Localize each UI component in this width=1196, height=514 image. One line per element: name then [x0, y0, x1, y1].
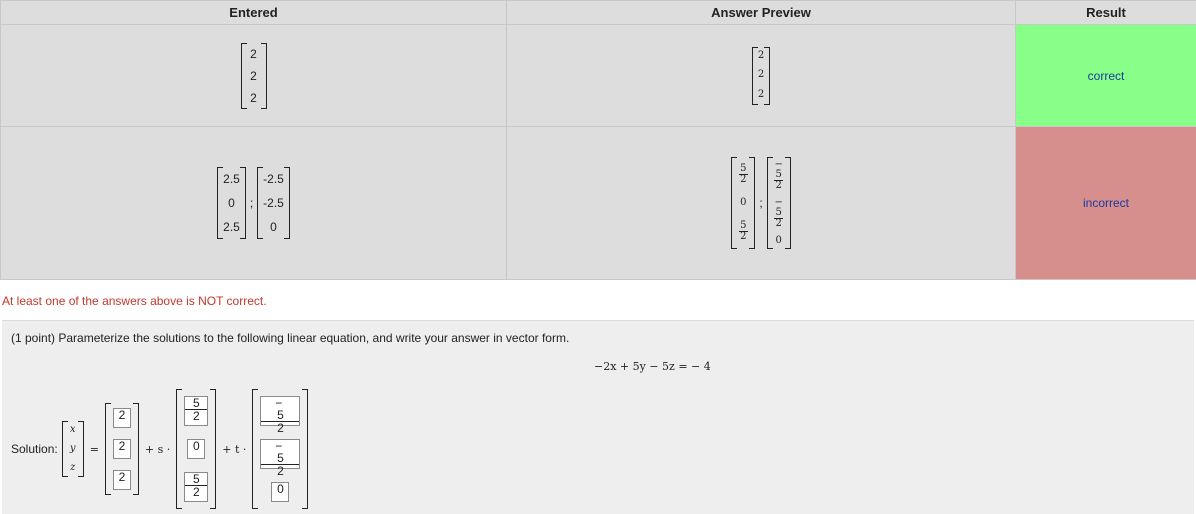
preview-vector: 52 0 52	[731, 157, 756, 249]
entered-cell: 2.5 0 2.5 ; -2.5 -2.5 0	[0, 126, 507, 280]
vector-separator: ;	[249, 196, 254, 210]
variable: y	[69, 442, 76, 454]
answer-input[interactable]: − 52	[260, 395, 301, 434]
vector-entry: 2	[757, 50, 765, 62]
answer-input[interactable]: 2	[112, 438, 131, 459]
fraction-numerator: 5	[739, 162, 748, 175]
plus-s-operator: + s ·	[144, 442, 171, 456]
answer-input[interactable]: 2	[112, 469, 131, 490]
answer-input[interactable]: 0	[187, 438, 206, 459]
preview-cell: 2 2 2	[506, 24, 1016, 127]
vector-entry: 2	[250, 68, 257, 83]
vector-entry: 2	[250, 90, 257, 105]
variable: z	[70, 461, 76, 473]
vector-separator: ;	[759, 196, 763, 210]
preview-vector: 2 2 2	[751, 46, 771, 105]
fraction-entry: 52	[739, 162, 748, 185]
results-table: Entered Answer Preview Result 2 2 2 2 2 …	[0, 0, 1196, 280]
variable-vector: x y z	[61, 421, 84, 477]
variable: x	[69, 424, 76, 436]
solution-label: Solution:	[11, 442, 58, 456]
t-vector: − 52 − 52 0	[252, 389, 309, 509]
answer-input[interactable]: 52	[184, 395, 209, 426]
header-entered: Entered	[0, 0, 507, 25]
answer-input[interactable]: 52	[184, 472, 209, 503]
vector-entry: 2.5	[223, 220, 240, 234]
header-answer-preview: Answer Preview	[506, 0, 1016, 25]
result-row: 2.5 0 2.5 ; -2.5 -2.5 0 52 0 52 ; − 5 2 …	[0, 126, 1196, 280]
answer-input[interactable]: 0	[271, 482, 290, 503]
equals-sign: =	[89, 442, 99, 456]
entered-vector: 2.5 0 2.5	[217, 167, 246, 239]
fraction-entry: 52	[739, 221, 748, 243]
result-row: 2 2 2 2 2 2 correct	[0, 24, 1196, 127]
entered-vector: -2.5 -2.5 0	[257, 167, 290, 239]
results-header-row: Entered Answer Preview Result	[0, 0, 1196, 25]
vector-entry: 0	[270, 220, 277, 234]
vector-entry: 0	[228, 196, 235, 210]
vector-entry: 2.5	[223, 172, 240, 186]
problem-equation: −2x + 5y − 5z = − 4	[594, 360, 711, 373]
solution-row: Solution: x y z = 2 2 2 + s · 52 0 52 + …	[11, 387, 309, 511]
vector-entry: 2	[757, 69, 765, 81]
entered-vector: 2 2 2	[240, 42, 267, 109]
problem-prompt: (1 point) Parameterize the solutions to …	[11, 331, 570, 345]
answer-input[interactable]: 2	[112, 408, 131, 429]
feedback-message: At least one of the answers above is NOT…	[2, 294, 267, 308]
vector-entry: 2	[757, 88, 765, 100]
fraction-entry: −5 2	[774, 196, 783, 229]
vector-entry: 2	[250, 46, 257, 61]
result-cell-correct: correct	[1015, 24, 1196, 127]
preview-vector: −5 2 −5 2 0	[766, 157, 791, 249]
vector-entry: 0	[775, 234, 782, 246]
result-cell-incorrect: incorrect	[1015, 126, 1196, 280]
plus-t-operator: + t ·	[222, 442, 247, 456]
answer-input[interactable]: − 52	[260, 438, 301, 477]
vector-entry: 0	[740, 196, 747, 208]
fraction-denominator: 2	[740, 231, 747, 243]
vector-entry: -2.5	[263, 196, 284, 210]
header-result: Result	[1015, 0, 1196, 25]
s-vector: 52 0 52	[176, 389, 217, 509]
problem-panel: (1 point) Parameterize the solutions to …	[2, 320, 1194, 514]
fraction-denominator: 2	[740, 173, 747, 185]
vector-entry: -2.5	[263, 172, 284, 186]
entered-cell: 2 2 2	[0, 24, 507, 127]
preview-cell: 52 0 52 ; −5 2 −5 2 0	[506, 126, 1016, 280]
constant-vector: 2 2 2	[104, 403, 139, 495]
fraction-entry: −5 2	[774, 159, 783, 192]
